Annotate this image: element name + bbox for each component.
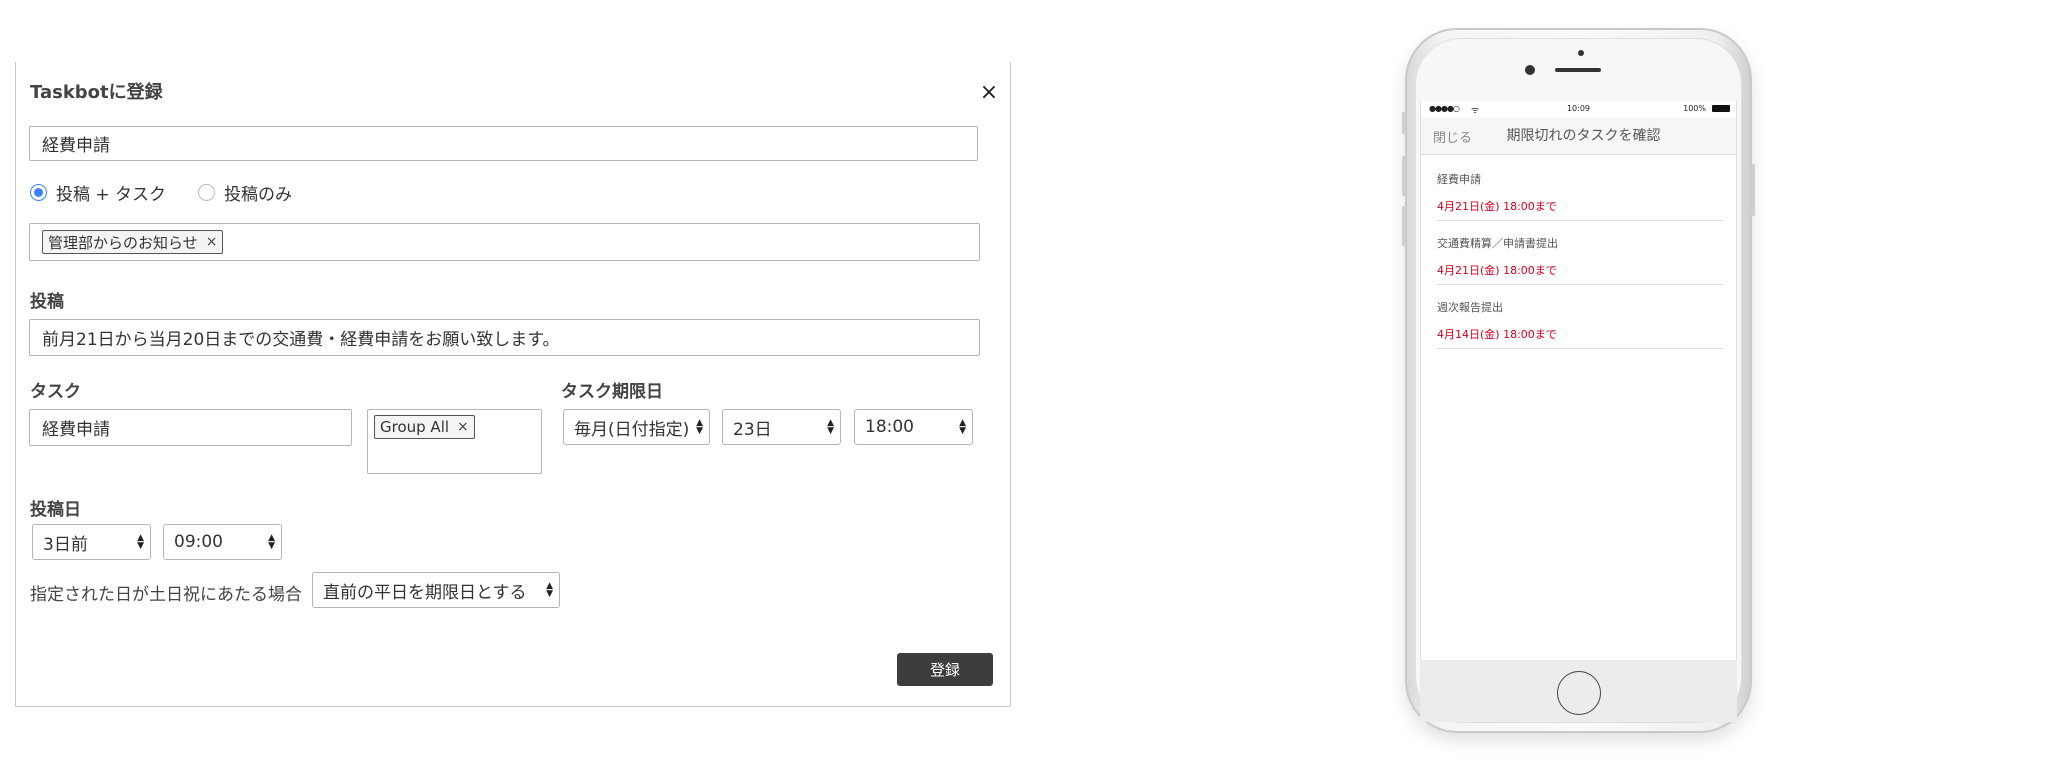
assignee-tag-label: Group All xyxy=(380,418,450,436)
deadline-time-select[interactable]: 18:00 ▲ ▼ xyxy=(854,409,973,445)
close-icon[interactable]: × xyxy=(976,80,1002,106)
post-days-before-select[interactable]: 3日前 ▲ ▼ xyxy=(32,524,151,560)
holiday-rule-value: 直前の平日を期限日とする xyxy=(323,582,527,603)
select-arrows-icon: ▲ ▼ xyxy=(137,533,144,551)
task-title-value: 経費申請 xyxy=(42,136,110,156)
task-item-due: 4月21日(金) 18:00まで xyxy=(1437,200,1557,213)
post-type-radio-group: 投稿 + タスク 投稿のみ xyxy=(30,180,324,205)
earpiece-speaker xyxy=(1555,68,1601,72)
holiday-rule-text: 指定された日が土日祝にあたる場合 xyxy=(30,585,302,605)
nav-bar: 閉じる 期限切れのタスクを確認 xyxy=(1421,117,1736,155)
task-item-due: 4月21日(金) 18:00まで xyxy=(1437,264,1557,277)
task-label: タスク xyxy=(30,382,81,402)
task-name-input[interactable]: 経費申請 xyxy=(29,409,352,446)
post-body-value: 前月21日から当月20日までの交通費・経費申請をお願い致します。 xyxy=(42,330,560,350)
select-arrows-icon: ▲ ▼ xyxy=(696,418,703,436)
post-date-label: 投稿日 xyxy=(30,500,81,520)
phone-volume-up xyxy=(1402,156,1406,196)
list-item[interactable]: 経費申請 4月21日(金) 18:00まで xyxy=(1436,157,1724,221)
radio-post-and-task-label[interactable]: 投稿 + タスク xyxy=(56,180,166,205)
phone-mute-switch xyxy=(1402,112,1406,134)
home-button[interactable] xyxy=(1557,671,1601,715)
post-label: 投稿 xyxy=(30,292,64,312)
deadline-time-value: 18:00 xyxy=(865,417,914,437)
deadline-label: タスク期限日 xyxy=(561,382,663,402)
select-arrows-icon: ▲ ▼ xyxy=(827,418,834,436)
battery-icon xyxy=(1712,105,1730,112)
nav-title: 期限切れのタスクを確認 xyxy=(1506,128,1661,144)
radio-post-and-task[interactable] xyxy=(30,184,47,201)
select-arrows-icon: ▲ ▼ xyxy=(546,581,553,599)
radio-post-only[interactable] xyxy=(198,184,216,201)
radio-post-only-label[interactable]: 投稿のみ xyxy=(224,180,292,205)
post-time-value: 09:00 xyxy=(174,532,223,552)
post-body-input[interactable]: 前月21日から当月20日までの交通費・経費申請をお願い致します。 xyxy=(29,319,980,356)
task-title-input[interactable]: 経費申請 xyxy=(29,126,978,161)
list-item[interactable]: 交通費精算／申請書提出 4月21日(金) 18:00まで xyxy=(1436,221,1724,285)
battery-percent: 100% xyxy=(1683,104,1706,113)
dialog-title: Taskbotに登録 xyxy=(30,82,163,103)
task-item-name: 週次報告提出 xyxy=(1437,301,1503,314)
select-arrows-icon: ▲ ▼ xyxy=(959,418,966,436)
select-arrows-icon: ▲ ▼ xyxy=(268,533,275,551)
holiday-rule-select[interactable]: 直前の平日を期限日とする ▲ ▼ xyxy=(312,572,560,608)
tag-remove-icon[interactable]: × xyxy=(206,234,218,250)
phone-screen: ●●●●○ ᯤ 10:09 100% 閉じる 期限切れのタスクを確認 経費申請 … xyxy=(1420,101,1737,660)
phone-volume-down xyxy=(1402,206,1406,246)
list-item[interactable]: 週次報告提出 4月14日(金) 18:00まで xyxy=(1436,285,1724,349)
deadline-type-value: 毎月(日付指定) xyxy=(574,419,690,440)
phone-power-button xyxy=(1751,164,1755,216)
deadline-type-select[interactable]: 毎月(日付指定) ▲ ▼ xyxy=(563,409,710,445)
task-name-value: 経費申請 xyxy=(42,420,110,440)
post-days-before-value: 3日前 xyxy=(43,534,88,555)
channel-tag-label: 管理部からのお知らせ xyxy=(48,233,198,252)
assignee-tag-input[interactable]: Group All × xyxy=(367,409,542,474)
phone-mockup: ●●●●○ ᯤ 10:09 100% 閉じる 期限切れのタスクを確認 経費申請 … xyxy=(1402,28,1755,733)
assignee-tag: Group All × xyxy=(374,415,475,439)
taskbot-register-dialog: Taskbotに登録 × 経費申請 投稿 + タスク 投稿のみ 管理部からのお知… xyxy=(15,62,1011,707)
deadline-day-value: 23日 xyxy=(733,419,772,440)
register-button[interactable]: 登録 xyxy=(897,653,993,686)
front-camera-icon xyxy=(1525,65,1535,75)
task-item-name: 経費申請 xyxy=(1437,173,1481,186)
task-item-name: 交通費精算／申請書提出 xyxy=(1437,237,1558,250)
task-item-due: 4月14日(金) 18:00まで xyxy=(1437,328,1557,341)
proximity-sensor xyxy=(1578,50,1584,56)
status-bar: ●●●●○ ᯤ 10:09 100% xyxy=(1421,101,1736,117)
post-time-select[interactable]: 09:00 ▲ ▼ xyxy=(163,524,282,560)
channel-tag-input[interactable]: 管理部からのお知らせ × xyxy=(29,223,980,261)
tag-remove-icon[interactable]: × xyxy=(457,419,469,435)
deadline-day-select[interactable]: 23日 ▲ ▼ xyxy=(722,409,841,445)
channel-tag: 管理部からのお知らせ × xyxy=(42,230,224,254)
